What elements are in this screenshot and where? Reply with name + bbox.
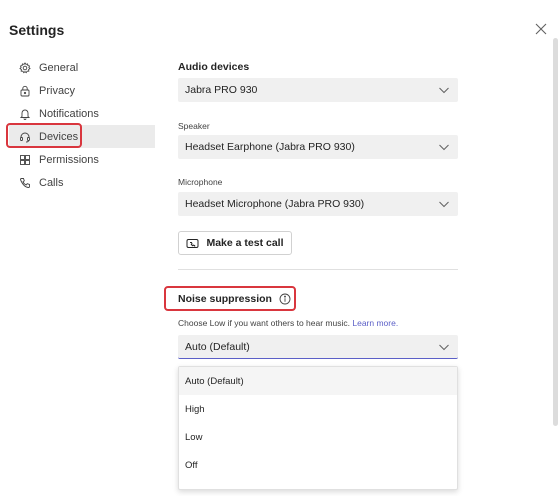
sidebar-item-label: Permissions [39,153,99,166]
audio-devices-title: Audio devices [178,61,250,73]
chevron-down-icon [438,198,450,210]
page-title: Settings [9,22,65,38]
noise-help-text: Choose Low if you want others to hear mu… [178,318,398,328]
speaker-value: Headset Earphone (Jabra PRO 930) [185,141,355,153]
noise-suppression-title: Noise suppression [178,293,291,305]
noise-selected-value: Auto (Default) [185,340,250,353]
info-icon[interactable] [279,293,291,305]
gear-icon [19,61,31,74]
bell-icon [19,108,31,120]
sidebar-item-general[interactable]: General [9,56,155,79]
chevron-down-icon [438,341,450,353]
divider [178,269,458,270]
menu-item-off[interactable]: Off [179,451,457,479]
sidebar-item-label: Privacy [39,84,76,97]
highlight-box [6,123,82,148]
menu-item-high[interactable]: High [179,395,457,423]
close-icon[interactable] [534,22,548,36]
sidebar-item-devices[interactable]: Devices [6,123,155,148]
phone-icon [19,177,31,189]
test-call-label: Make a test call [206,237,284,249]
microphone-value: Headset Microphone (Jabra PRO 930) [185,198,365,210]
microphone-label: Microphone [178,177,223,187]
sidebar-item-notifications[interactable]: Notifications [9,102,155,125]
menu-item-low[interactable]: Low [179,423,457,451]
audio-device-value: Jabra PRO 930 [185,84,258,96]
scrollbar[interactable] [553,38,558,426]
help-text: Choose Low if you want others to hear mu… [178,318,350,328]
sidebar-item-label: Calls [39,176,64,189]
sidebar-item-permissions[interactable]: Permissions [9,148,155,171]
noise-suppression-dropdown[interactable]: Auto (Default) [178,335,458,359]
make-test-call-button[interactable]: Make a test call [178,231,292,255]
noise-suppression-label: Noise suppression [178,293,272,305]
chevron-down-icon [438,141,450,153]
test-call-icon [186,237,199,250]
learn-more-link[interactable]: Learn more. [352,318,398,328]
sidebar-item-calls[interactable]: Calls [9,171,155,194]
noise-suppression-menu: Auto (Default) High Low Off [178,366,458,490]
audio-device-dropdown[interactable]: Jabra PRO 930 [178,78,458,102]
sidebar-item-label: Notifications [39,107,99,120]
sidebar: General Privacy Notifications Devices Pe… [6,56,155,194]
sidebar-item-privacy[interactable]: Privacy [9,79,155,102]
menu-item-auto[interactable]: Auto (Default) [179,367,457,395]
speaker-label: Speaker [178,121,210,131]
microphone-dropdown[interactable]: Headset Microphone (Jabra PRO 930) [178,192,458,216]
lock-icon [19,85,31,97]
sidebar-item-label: General [39,61,79,74]
chevron-down-icon [438,84,450,96]
speaker-dropdown[interactable]: Headset Earphone (Jabra PRO 930) [178,135,458,159]
grid-icon [19,154,31,166]
